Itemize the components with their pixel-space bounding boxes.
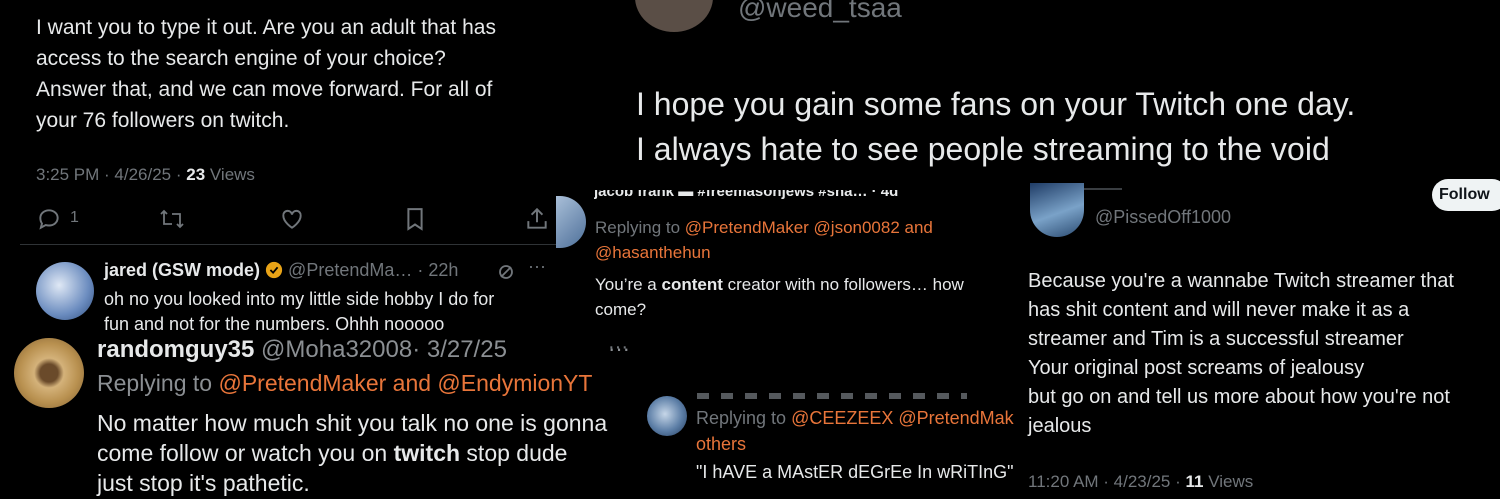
reply-line: but go on and tell us more about how you… [1028,386,1450,408]
reply-text-part: creator with no followers… how [722,275,964,294]
reply-header-cut: jacob frank ▬ #freemasonjews #sha… · 4d [594,190,1004,206]
reply-text: No matter how much shit you talk no one … [97,408,607,498]
user-handle[interactable]: @PissedOff1000 [1095,207,1231,228]
replying-to: Replying to @PretendMaker and @EndymionY… [97,370,592,397]
reply-line: just stop it's pathetic. [97,470,310,496]
reply-line: streamer and Tim is a successful streame… [1028,328,1404,350]
replying-prefix: Replying to [97,370,219,396]
reply-date[interactable]: · 3/27/25 [412,336,507,363]
main-tweet-line: I want you to type it out. Are you an ad… [36,16,496,39]
tweet-meta: 11:20 AM · 4/23/25 · 11 Views [1028,472,1253,492]
avatar[interactable] [14,338,84,408]
avatar[interactable] [635,0,713,32]
main-tweet-text: I want you to type it out. Are you an ad… [36,12,496,136]
reply-line: come? [595,300,647,319]
avatar[interactable] [647,396,687,436]
replying-users-link[interactable]: @PretendMaker @json0082 and [685,218,933,237]
like-icon[interactable] [278,206,306,232]
follow-button[interactable]: Follow [1432,179,1500,211]
reply-line: jealous [1028,415,1092,437]
reply-line: No matter how much shit you talk no one … [97,410,608,436]
retweet-icon[interactable] [158,206,186,232]
more-icon[interactable]: ··· [528,256,546,277]
replying-prefix: Replying to [595,218,685,237]
quote-line: I hope you gain some fans on your Twitch… [636,86,1356,122]
reply-text: "I hAVE a MAstER dEGrEe In wRiTInG" [696,462,1014,482]
views-count: 23 [186,165,206,184]
reply-text: oh no you looked into my little side hob… [104,287,494,337]
name-cut [1082,188,1122,190]
quote-text: I hope you gain some fans on your Twitch… [636,82,1355,172]
reply-text-part: stop dude [460,440,568,466]
views-label: Views [205,165,255,184]
reply-count: 1 [70,209,79,226]
replying-users-link[interactable]: @PretendMaker and @EndymionYT [218,370,592,396]
replying-to: Replying to @PretendMaker @json0082 and … [595,215,933,265]
tweet-meta: 3:25 PM · 4/26/25 · 23 Views [36,165,255,185]
grok-icon[interactable] [496,262,516,282]
tweet-timestamp[interactable]: 11:20 AM · 4/23/25 · [1028,472,1186,491]
reply-icon[interactable] [36,206,62,232]
replying-users-link[interactable]: @CEEZEEX @PretendMak [791,408,1014,428]
main-tweet-line: your 76 followers on twitch. [36,109,290,132]
reply-line: Because you're a wannabe Twitch streamer… [1028,270,1454,292]
user-handle[interactable]: @weed_tsaa [738,0,902,24]
reply-text: Because you're a wannabe Twitch streamer… [1028,267,1454,441]
quote-line: I always hate to see people streaming to… [636,131,1330,167]
replying-users-link[interactable]: others [696,431,1014,457]
share-icon[interactable] [524,205,550,233]
reply-line: Your original post screams of jealousy [1028,357,1365,379]
avatar[interactable] [556,196,586,248]
avatar[interactable] [1030,183,1084,237]
bookmark-icon[interactable] [404,205,426,233]
user-handle[interactable]: @Moha32008 [261,336,412,363]
views-label: Views [1203,472,1254,491]
reply-line: come follow or watch you on twitch stop … [97,438,607,468]
divider [20,244,560,245]
user-handle[interactable]: @PretendMa… [288,260,412,280]
reply-text-part: You’re a [595,275,662,294]
reply-line: oh no you looked into my little side hob… [104,289,495,309]
avatar[interactable] [36,262,94,320]
verified-badge-icon [265,261,283,279]
reply-header: jacob frank ▬ #freemasonjews #sha… · 4d [594,190,899,200]
reply-text-bold: content [661,275,723,294]
reply-line: has shit content and will never make it … [1028,299,1410,321]
more-icon[interactable]: ··· [608,336,628,359]
reply-text-part: come follow or watch you on [97,440,394,466]
display-name[interactable]: jared (GSW mode) [104,260,260,280]
tweet-timestamp[interactable]: 3:25 PM · 4/26/25 · [36,165,186,184]
reply-text: You’re a content creator with no followe… [595,272,964,322]
reply-text-bold: twitch [393,440,461,466]
replying-prefix: Replying to [696,408,792,428]
main-tweet-line: access to the search engine of your choi… [36,47,446,70]
reply-time[interactable]: · 22h [417,260,458,280]
replying-users-link[interactable]: @hasanthehun [595,240,933,265]
reply-header: jared (GSW mode) @PretendMa… · 22h [104,260,458,281]
name-cut [697,393,967,399]
display-name[interactable]: randomguy35 [97,336,254,363]
main-tweet-line: Answer that, and we can move forward. Fo… [36,78,493,101]
views-count: 11 [1185,472,1204,491]
replying-to: Replying to @CEEZEEX @PretendMak others [696,405,1014,457]
reply-header: randomguy35 @Moha32008· 3/27/25 [97,336,507,364]
reply-line: fun and not for the numbers. Ohhh nooooo [104,314,445,334]
